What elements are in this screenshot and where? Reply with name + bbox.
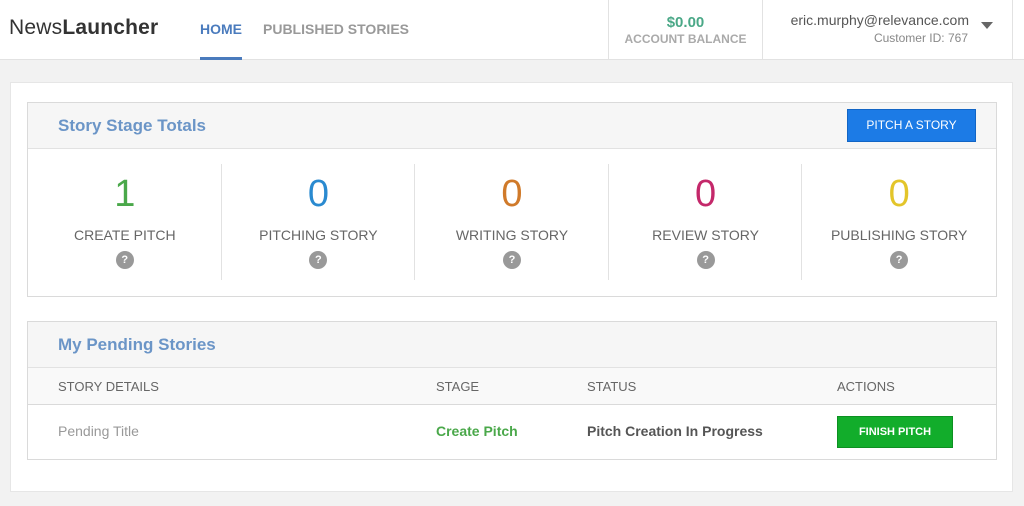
balance-label: ACCOUNT BALANCE [624,32,747,46]
stage-label: PITCHING STORY [259,227,378,243]
story-status: Pitch Creation In Progress [587,423,763,439]
main-nav: HOME PUBLISHED STORIES [200,0,430,60]
table-row: Pending Title Create Pitch Pitch Creatio… [28,406,996,458]
stage-review-story: 0 REVIEW STORY ? [609,149,803,296]
logo-text-news: News [9,16,63,39]
panel-title: My Pending Stories [58,335,216,354]
balance-amount: $0.00 [666,14,705,31]
stage-label: WRITING STORY [455,227,569,243]
logo[interactable]: NewsLauncher [9,16,158,40]
pending-stories-panel: My Pending Stories STORY DETAILS STAGE S… [27,321,997,460]
stage-count: 1 [114,173,136,215]
story-title[interactable]: Pending Title [58,423,139,439]
help-icon[interactable]: ? [502,251,521,269]
stage-writing-story: 0 WRITING STORY ? [415,149,609,296]
stage-create-pitch: 1 CREATE PITCH ? [28,149,222,296]
help-icon[interactable]: ? [890,251,909,269]
stage-label: PUBLISHING STORY [830,227,968,243]
stage-publishing-story: 0 PUBLISHING STORY ? [802,149,996,296]
account-balance: $0.00 ACCOUNT BALANCE [608,0,763,60]
logo-text-launcher: Launcher [62,16,159,39]
pitch-a-story-button[interactable]: PITCH A STORY [847,109,976,142]
stage-totals: 1 CREATE PITCH ? 0 PITCHING STORY ? 0 WR… [28,149,996,296]
finish-pitch-button[interactable]: FINISH PITCH [837,416,953,448]
help-icon[interactable]: ? [115,251,134,269]
column-header-status[interactable]: STATUS [587,379,636,394]
top-navbar: NewsLauncher HOME PUBLISHED STORIES $0.0… [0,0,1024,60]
nav-home[interactable]: HOME [200,0,242,60]
customer-id: Customer ID: 767 [873,31,968,45]
column-header-story-details[interactable]: STORY DETAILS [58,379,159,394]
nav-published-stories[interactable]: PUBLISHED STORIES [263,0,409,60]
stage-count: 0 [888,173,910,215]
stage-count: 0 [501,173,523,215]
user-menu[interactable]: eric.murphy@relevance.com Customer ID: 7… [763,0,1013,60]
stage-count: 0 [307,173,329,215]
column-header-actions: ACTIONS [837,379,895,394]
stage-label: REVIEW STORY [652,227,759,243]
story-stage: Create Pitch [436,423,518,439]
panel-header: Story Stage Totals PITCH A STORY [28,103,996,149]
stage-label: CREATE PITCH [73,227,176,243]
chevron-down-icon[interactable] [981,22,993,29]
user-email: eric.murphy@relevance.com [790,12,969,28]
stage-pitching-story: 0 PITCHING STORY ? [222,149,416,296]
story-stage-totals-panel: Story Stage Totals PITCH A STORY 1 CREAT… [27,102,997,297]
table-header: STORY DETAILS STAGE STATUS ACTIONS [28,368,996,405]
panel-title: Story Stage Totals [58,116,206,135]
panel-header: My Pending Stories [28,322,996,368]
help-icon[interactable]: ? [309,251,328,269]
column-header-stage[interactable]: STAGE [436,379,479,394]
main-content: Story Stage Totals PITCH A STORY 1 CREAT… [10,82,1013,492]
help-icon[interactable]: ? [696,251,715,269]
stage-count: 0 [695,173,717,215]
